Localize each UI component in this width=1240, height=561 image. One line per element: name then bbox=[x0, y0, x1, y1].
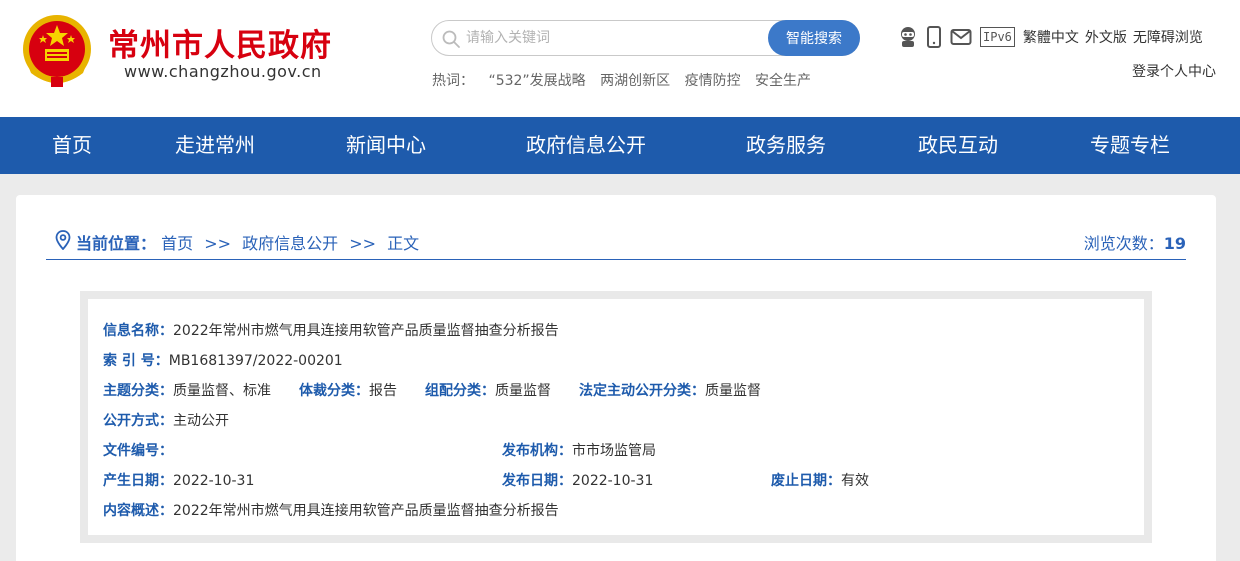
site-title[interactable]: 常州市人民政府 bbox=[108, 20, 332, 65]
info-publisher: 发布机构：市市场监管局 bbox=[502, 440, 656, 460]
nav-item-interaction[interactable]: 政民互动 bbox=[918, 117, 998, 174]
info-method-label: 公开方式： bbox=[103, 413, 173, 429]
nav-item-about-changzhou[interactable]: 走进常州 bbox=[175, 117, 255, 174]
hotwords-label: 热词： bbox=[432, 73, 474, 89]
info-table: 信息名称：2022年常州市燃气用具连接用软管产品质量监督抽查分析报告 索 引 号… bbox=[88, 299, 1144, 535]
location-pin-icon bbox=[55, 230, 71, 250]
info-genre-label: 体裁分类： bbox=[299, 383, 369, 399]
hotword-item[interactable]: 安全生产 bbox=[755, 73, 811, 89]
breadcrumb-home[interactable]: 首页 bbox=[161, 234, 193, 253]
info-legal-label: 法定主动公开分类： bbox=[579, 383, 705, 399]
info-row-method: 公开方式：主动公开 bbox=[103, 410, 229, 430]
breadcrumb-separator: >> bbox=[204, 234, 232, 253]
info-created-value: 2022-10-31 bbox=[173, 473, 255, 489]
search-box: 智能搜索 bbox=[431, 20, 860, 56]
hotword-item[interactable]: 两湖创新区 bbox=[600, 73, 670, 89]
nav-item-home[interactable]: 首页 bbox=[52, 117, 92, 174]
main-nav: 首页 走进常州 新闻中心 政府信息公开 政务服务 政民互动 专题专栏 bbox=[0, 117, 1240, 174]
info-abolish: 废止日期：有效 bbox=[771, 470, 869, 490]
site-header: 常州市人民政府 www.changzhou.gov.cn 智能搜索 热词： “5… bbox=[0, 0, 1240, 117]
info-genre-value: 报告 bbox=[369, 383, 397, 399]
search-icon bbox=[442, 30, 460, 48]
info-row-name: 信息名称：2022年常州市燃气用具连接用软管产品质量监督抽查分析报告 bbox=[103, 320, 559, 340]
view-count-label: 浏览次数： bbox=[1083, 234, 1164, 253]
info-org-class-value: 质量监督 bbox=[495, 383, 551, 399]
traditional-chinese-link[interactable]: 繁體中文 bbox=[1023, 27, 1079, 47]
view-count: 浏览次数：19 bbox=[1084, 230, 1186, 254]
nav-item-news[interactable]: 新闻中心 bbox=[346, 117, 426, 174]
info-org-class-label: 组配分类： bbox=[425, 383, 495, 399]
info-name-value: 2022年常州市燃气用具连接用软管产品质量监督抽查分析报告 bbox=[173, 323, 559, 339]
info-summary-label: 内容概述： bbox=[103, 503, 173, 519]
breadcrumb-separator: >> bbox=[349, 234, 377, 253]
info-created-label: 产生日期： bbox=[103, 473, 173, 489]
info-published-label: 发布日期： bbox=[502, 473, 572, 489]
hotword-item[interactable]: “532”发展战略 bbox=[488, 73, 585, 89]
info-index-value: MB1681397/2022-00201 bbox=[168, 353, 343, 369]
nav-item-special-topics[interactable]: 专题专栏 bbox=[1090, 117, 1170, 174]
login-link[interactable]: 登录个人中心 bbox=[1132, 61, 1216, 81]
hotwords-bar: 热词： “532”发展战略 两湖创新区 疫情防控 安全生产 bbox=[432, 70, 821, 90]
info-row-docno: 文件编号： bbox=[103, 440, 173, 460]
nav-item-services[interactable]: 政务服务 bbox=[746, 117, 826, 174]
mail-icon[interactable] bbox=[950, 28, 972, 46]
info-row-created: 产生日期：2022-10-31 bbox=[103, 470, 254, 490]
info-topic-value: 质量监督、标准 bbox=[173, 383, 271, 399]
info-topic-label: 主题分类： bbox=[103, 383, 173, 399]
content-panel: 当前位置： 首页 >> 政府信息公开 >> 正文 浏览次数：19 信息名称：20… bbox=[16, 195, 1216, 561]
hotword-item[interactable]: 疫情防控 bbox=[685, 73, 741, 89]
foreign-language-link[interactable]: 外文版 bbox=[1085, 27, 1127, 47]
info-summary-value: 2022年常州市燃气用具连接用软管产品质量监督抽查分析报告 bbox=[173, 503, 559, 519]
info-table-frame: 信息名称：2022年常州市燃气用具连接用软管产品质量监督抽查分析报告 索 引 号… bbox=[80, 291, 1152, 543]
info-published: 发布日期：2022-10-31 bbox=[502, 470, 653, 490]
info-name-label: 信息名称： bbox=[103, 323, 173, 339]
info-published-value: 2022-10-31 bbox=[572, 473, 654, 489]
info-publisher-label: 发布机构： bbox=[502, 443, 572, 459]
mobile-icon[interactable] bbox=[926, 26, 942, 48]
breadcrumb-lead: 当前位置： bbox=[76, 234, 157, 253]
info-docno-label: 文件编号： bbox=[103, 443, 173, 459]
site-url: www.changzhou.gov.cn bbox=[124, 62, 322, 81]
info-publisher-value: 市市场监管局 bbox=[572, 443, 656, 459]
info-method-value: 主动公开 bbox=[173, 413, 229, 429]
breadcrumb: 当前位置： 首页 >> 政府信息公开 >> 正文 bbox=[76, 230, 419, 254]
info-abolish-value: 有效 bbox=[841, 473, 869, 489]
ipv6-badge[interactable]: IPv6 bbox=[980, 27, 1015, 47]
breadcrumb-current[interactable]: 正文 bbox=[387, 234, 419, 253]
info-row-classification: 主题分类：质量监督、标准 体裁分类：报告 组配分类：质量监督 法定主动公开分类：质量监… bbox=[103, 380, 761, 400]
view-count-value: 19 bbox=[1163, 234, 1186, 253]
breadcrumb-gov-info[interactable]: 政府信息公开 bbox=[242, 234, 338, 253]
search-input[interactable] bbox=[466, 27, 756, 49]
robot-icon[interactable] bbox=[898, 26, 918, 48]
info-legal-value: 质量监督 bbox=[705, 383, 761, 399]
national-emblem-logo bbox=[23, 15, 91, 87]
accessibility-link[interactable]: 无障碍浏览 bbox=[1133, 27, 1203, 47]
smart-search-button[interactable]: 智能搜索 bbox=[768, 20, 860, 56]
info-abolish-label: 废止日期： bbox=[771, 473, 841, 489]
header-tools: IPv6 繁體中文 外文版 无障碍浏览 bbox=[898, 25, 1203, 49]
info-row-summary: 内容概述：2022年常州市燃气用具连接用软管产品质量监督抽查分析报告 bbox=[103, 500, 559, 520]
info-row-index: 索 引 号：MB1681397/2022-00201 bbox=[103, 350, 343, 370]
nav-item-gov-info[interactable]: 政府信息公开 bbox=[526, 117, 646, 174]
breadcrumb-bar: 当前位置： 首页 >> 政府信息公开 >> 正文 浏览次数：19 bbox=[46, 221, 1186, 260]
info-index-label: 索 引 号： bbox=[103, 353, 169, 369]
